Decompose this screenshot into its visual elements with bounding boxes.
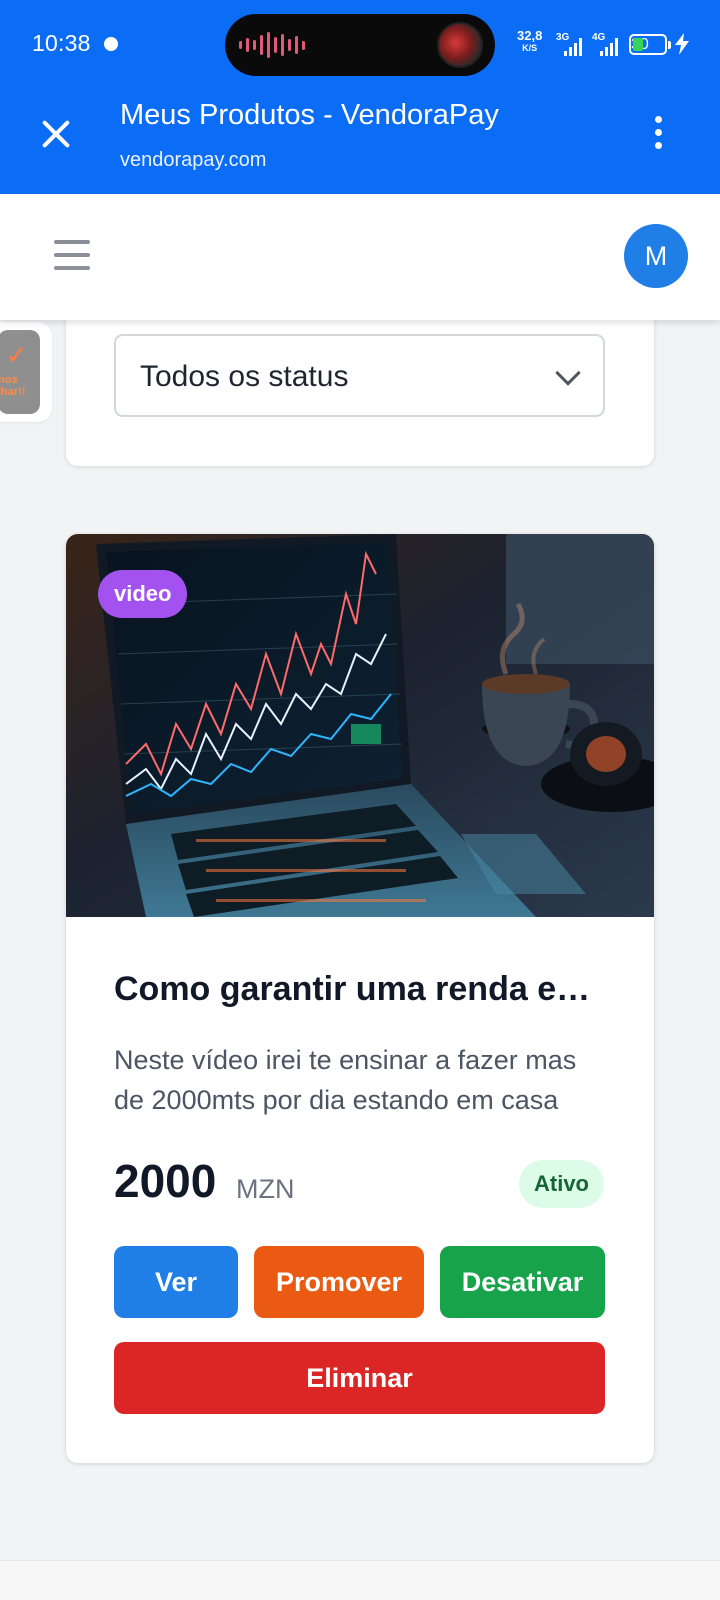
battery-icon: 30 <box>629 34 667 55</box>
hamburger-icon[interactable] <box>54 240 90 272</box>
product-currency: MZN <box>236 1174 295 1204</box>
close-icon[interactable] <box>36 114 76 154</box>
charging-bolt-icon <box>675 33 689 55</box>
product-description: Neste vídeo irei te ensinar a fazer mas … <box>114 1045 577 1115</box>
audio-wave-icon <box>239 32 305 58</box>
browser-top-bar: 10:38 32,8K/S 3G 4G 30 Meus Produtos - V… <box>0 0 720 194</box>
dynamic-island[interactable] <box>225 14 495 76</box>
bottom-navigation-area <box>0 1560 720 1600</box>
bubble-text: nos lhar!! <box>0 374 26 398</box>
product-card: video Como garantir uma renda extra Nest… <box>66 534 654 1463</box>
status-time: 10:38 <box>32 30 91 56</box>
browser-url[interactable]: vendorapay.com <box>120 149 266 172</box>
browser-page-title: Meus Produtos - VendoraPay <box>120 99 499 131</box>
site-header: M <box>0 194 720 320</box>
deactivate-button[interactable]: Desativar <box>440 1246 605 1318</box>
bubble-image: ✓ nos lhar!! <box>0 330 40 414</box>
user-avatar[interactable]: M <box>624 224 688 288</box>
media-thumbnail <box>437 22 483 68</box>
signal-3g-icon: 3G <box>556 32 588 56</box>
bubble-logo-icon: ✓ <box>6 340 28 370</box>
product-price: 2000 <box>114 1155 217 1207</box>
network-speed: 32,8 K/S <box>517 28 543 53</box>
view-button[interactable]: Ver <box>114 1246 238 1318</box>
signal-4g-icon: 4G <box>592 32 624 56</box>
status-filter-value: Todos os status <box>140 360 349 393</box>
notification-dot-icon <box>104 37 118 51</box>
status-filter-select[interactable]: Todos os status <box>114 334 605 417</box>
filter-card: Todos os status <box>66 300 654 466</box>
product-title: Como garantir uma renda extra <box>114 970 609 1008</box>
delete-button[interactable]: Eliminar <box>114 1342 605 1414</box>
type-badge-video: video <box>98 570 188 618</box>
status-badge: Ativo <box>519 1160 604 1208</box>
floating-side-bubble[interactable]: ✓ nos lhar!! <box>0 322 52 422</box>
battery-cap <box>668 41 671 49</box>
kebab-menu-icon[interactable] <box>652 116 664 156</box>
chevron-down-icon <box>555 360 581 386</box>
promote-button[interactable]: Promover <box>254 1246 424 1318</box>
